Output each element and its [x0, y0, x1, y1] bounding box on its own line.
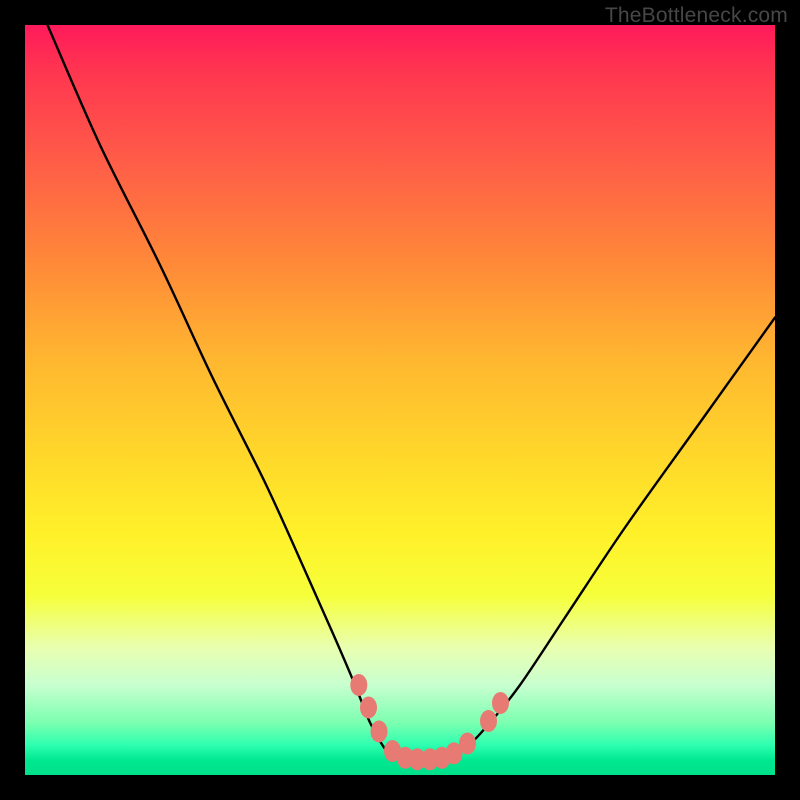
curve-markers [350, 674, 509, 770]
curve-marker [360, 697, 377, 719]
chart-frame: TheBottleneck.com [0, 0, 800, 800]
curve-marker [459, 733, 476, 755]
chart-svg [25, 25, 775, 775]
curve-marker [371, 721, 388, 743]
bottleneck-curve [48, 25, 776, 760]
watermark-text: TheBottleneck.com [605, 4, 788, 28]
curve-marker [480, 710, 497, 732]
curve-marker [350, 674, 367, 696]
curve-marker [492, 692, 509, 714]
